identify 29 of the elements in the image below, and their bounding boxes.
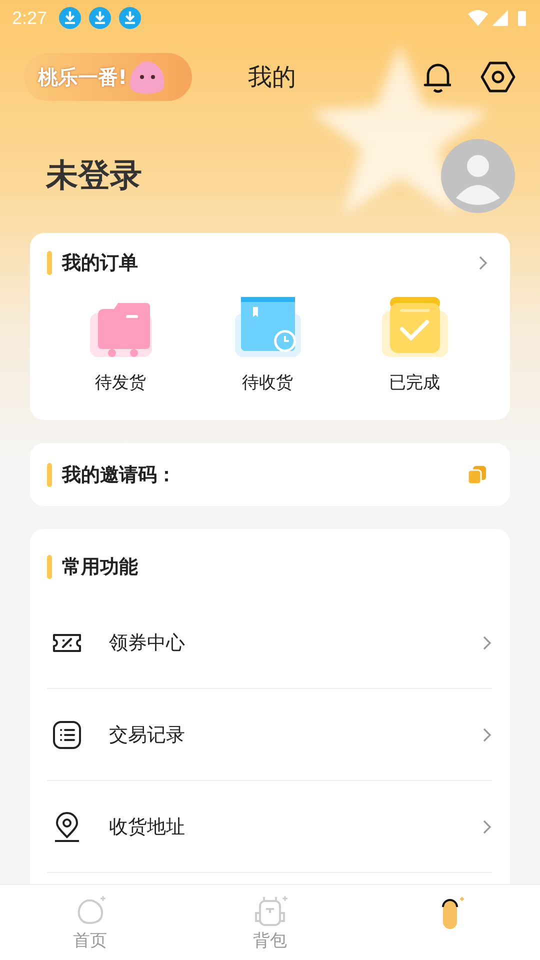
accent-bar xyxy=(47,555,52,579)
backpack-icon xyxy=(252,893,288,929)
menu-item[interactable]: 交易记录 xyxy=(47,689,492,781)
chevron-right-icon[interactable] xyxy=(478,255,488,271)
chevron-right-icon xyxy=(482,818,492,834)
copy-icon[interactable] xyxy=(466,464,488,486)
order-status-label[interactable]: 待发货 xyxy=(95,371,146,394)
menu-item[interactable]: 领券中心 xyxy=(47,597,492,689)
section-title: 我的订单 xyxy=(62,251,138,276)
accent-bar xyxy=(47,462,52,486)
app-logo: 桃乐一番! xyxy=(24,53,192,101)
download-icon xyxy=(119,7,142,29)
login-status[interactable]: 未登录 xyxy=(46,154,142,198)
order-status-label[interactable]: 待收货 xyxy=(242,371,293,394)
accent-bar xyxy=(47,251,52,275)
invite-code-label: 我的邀请码： xyxy=(62,462,176,488)
status-icons xyxy=(468,8,528,28)
status-time: 2:27 xyxy=(12,8,48,28)
list-icon xyxy=(51,718,83,750)
settings-icon[interactable] xyxy=(480,59,516,95)
menu-item[interactable]: 收货地址 xyxy=(47,781,492,873)
page-title: 我的 xyxy=(248,62,297,93)
download-icon xyxy=(59,7,82,29)
section-title: 常用功能 xyxy=(62,555,138,580)
avatar[interactable] xyxy=(440,138,516,214)
order-status-label[interactable]: 已完成 xyxy=(389,371,440,394)
chevron-right-icon xyxy=(482,726,492,742)
download-icon xyxy=(89,7,112,29)
chevron-right-icon xyxy=(482,634,492,650)
